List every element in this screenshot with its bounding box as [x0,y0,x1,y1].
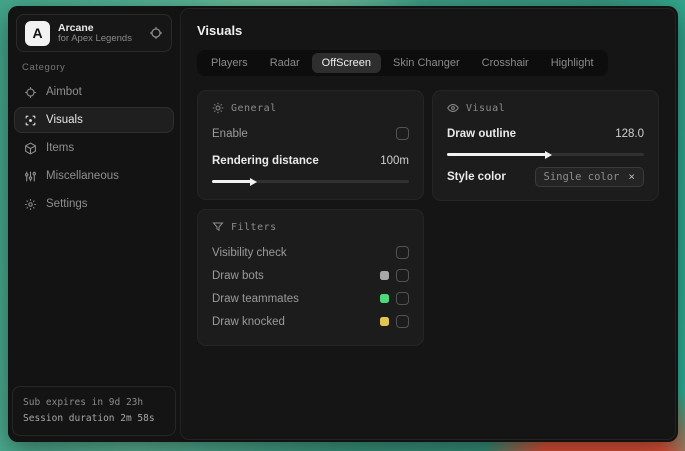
draw-knocked-checkbox[interactable] [396,315,409,328]
logo-text: Arcane for Apex Legends [58,22,141,45]
visibility-check-checkbox[interactable] [396,246,409,259]
sidebar-item-label: Items [46,142,75,154]
eye-icon [447,102,459,114]
category-section-label: Category [22,62,66,73]
sidebar-item-visuals[interactable]: Visuals [14,107,174,133]
visibility-check-row: Visibility check [212,242,409,263]
style-color-selected-value: Single color [543,170,620,183]
tab-skin-changer[interactable]: Skin Changer [383,53,470,73]
rendering-distance-row: Rendering distance 100m [212,150,409,171]
tab-highlight[interactable]: Highlight [541,53,604,73]
rendering-distance-slider-fill[interactable] [212,177,258,186]
draw-knocked-label: Draw knocked [212,315,285,328]
style-color-row: Style color Single color × [447,166,644,187]
draw-bots-color-swatch[interactable] [380,271,389,280]
tab-players[interactable]: Players [201,53,258,73]
draw-outline-row: Draw outline 128.0 [447,123,644,144]
style-color-select[interactable]: Single color × [534,166,644,187]
sidebar-item-items[interactable]: Items [14,135,174,161]
app-window: A Arcane for Apex Legends Category Aimbo… [8,6,678,442]
visuals-tabbar: Players Radar OffScreen Skin Changer Cro… [197,50,608,76]
draw-outline-value: 128.0 [615,127,644,140]
filters-panel-header: Filters [212,221,409,233]
enable-label: Enable [212,127,248,140]
draw-outline-slider[interactable] [447,150,644,159]
sidebar: A Arcane for Apex Legends Category Aimbo… [8,6,180,442]
box-icon [24,141,37,155]
logo-card: A Arcane for Apex Legends [16,14,172,52]
draw-bots-row: Draw bots [212,265,409,286]
draw-bots-checkbox[interactable] [396,269,409,282]
draw-teammates-color-swatch[interactable] [380,294,389,303]
sidebar-item-aimbot[interactable]: Aimbot [14,79,174,105]
subscription-info-card: Sub expires in 9d 23h Session duration 2… [12,385,176,436]
draw-knocked-row: Draw knocked [212,311,409,332]
enable-row: Enable [212,123,409,144]
app-title: Arcane [58,21,94,34]
sliders-icon [24,170,37,183]
draw-bots-controls [380,269,409,282]
sidebar-nav: Aimbot Visuals Items Miscellaneous Setti… [8,79,180,217]
tab-offscreen[interactable]: OffScreen [311,53,381,73]
visual-panel: Visual Draw outline 128.0 Style color Si… [432,90,659,201]
sidebar-item-settings[interactable]: Settings [14,191,174,217]
enable-checkbox[interactable] [396,127,409,140]
visual-panel-title: Visual [466,102,506,114]
visual-panel-header: Visual [447,102,644,114]
rendering-distance-slider[interactable] [212,177,409,186]
draw-teammates-row: Draw teammates [212,288,409,309]
sidebar-item-label: Settings [46,198,88,210]
draw-outline-slider-fill[interactable] [447,150,551,159]
draw-outline-label: Draw outline [447,127,517,140]
tab-crosshair[interactable]: Crosshair [472,53,539,73]
left-panel-column: General Enable Rendering distance 100m F… [197,90,424,346]
sun-icon [212,102,224,114]
style-color-label: Style color [447,170,506,183]
filters-panel-title: Filters [231,221,277,233]
general-panel-title: General [231,102,277,114]
target-icon[interactable] [149,26,163,40]
sidebar-item-label: Aimbot [46,86,82,98]
desktop-background: A Arcane for Apex Legends Category Aimbo… [0,0,685,451]
draw-teammates-controls [380,292,409,305]
draw-teammates-label: Draw teammates [212,292,299,305]
panel-grid: General Enable Rendering distance 100m F… [197,90,659,346]
general-panel-header: General [212,102,409,114]
rendering-distance-value: 100m [380,154,409,167]
draw-knocked-color-swatch[interactable] [380,317,389,326]
rendering-distance-label: Rendering distance [212,154,319,167]
sub-expires-text: Sub expires in 9d 23h [23,396,144,408]
page-title: Visuals [197,23,243,38]
funnel-icon [212,221,224,233]
focus-icon [24,114,37,127]
tab-radar[interactable]: Radar [260,53,310,73]
sidebar-item-miscellaneous[interactable]: Miscellaneous [14,163,174,189]
draw-knocked-controls [380,315,409,328]
gear-icon [24,198,37,211]
sidebar-item-label: Visuals [46,114,83,126]
filters-panel: Filters Visibility check Draw bots Draw … [197,209,424,346]
sidebar-item-label: Miscellaneous [46,170,119,182]
right-panel-column: Visual Draw outline 128.0 Style color Si… [432,90,659,201]
session-duration-text: Session duration 2m 58s [23,412,155,424]
general-panel: General Enable Rendering distance 100m [197,90,424,200]
app-subtitle: for Apex Legends [58,32,132,44]
main-content: Visuals Players Radar OffScreen Skin Cha… [180,8,676,440]
app-logo: A [25,20,50,46]
draw-teammates-checkbox[interactable] [396,292,409,305]
draw-bots-label: Draw bots [212,269,264,282]
visibility-check-label: Visibility check [212,246,287,259]
crosshair-icon [24,86,37,99]
close-icon[interactable]: × [628,171,635,182]
